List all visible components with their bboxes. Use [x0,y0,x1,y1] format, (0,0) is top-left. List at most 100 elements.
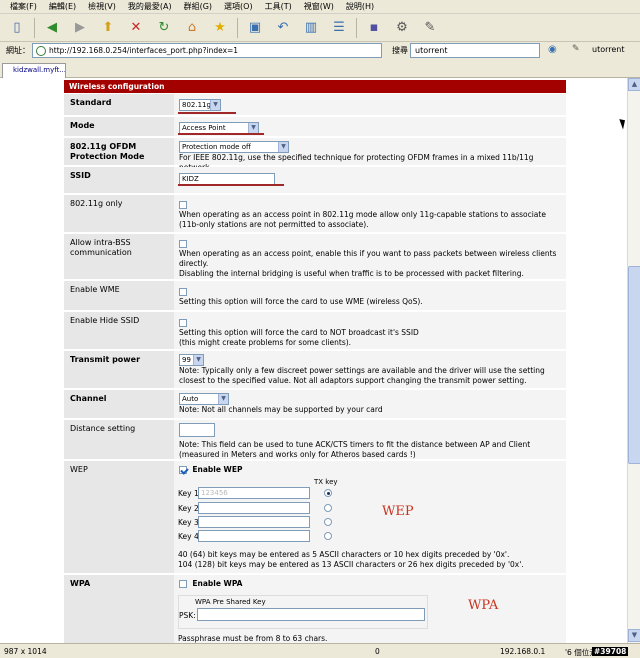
label-ofdm: 802.11g OFDM Protection Mode [64,138,174,165]
wep-note2: 104 (128) bit keys may be entered as 13 … [178,560,524,569]
wep-key2-input[interactable] [198,502,310,514]
intra-bss-note2: Disabling the internal bridging is usefu… [179,269,524,278]
status-ip: 192.168.0.1 [500,647,546,656]
label-transmit-power: Transmit power [64,351,174,388]
label-wme: Enable WME [64,281,174,310]
row-hide-ssid: Enable Hide SSID Setting this option wil… [64,312,566,350]
wireless-config-panel: Wireless configuration Standard 802.11g ▼… [64,80,566,643]
channel-note: Note: Not all channels may be supported … [179,405,383,414]
back-icon[interactable]: ◀ [41,18,63,38]
label-distance: Distance setting [64,420,174,459]
wep-key4-input[interactable] [198,530,310,542]
enable-wpa-label: Enable WPA [192,579,243,588]
wme-checkbox[interactable] [179,288,187,296]
home-icon[interactable]: ⌂ [181,18,203,38]
menu-file[interactable]: 檔案(F) [10,1,37,12]
forward-icon[interactable]: ▶ [69,18,91,38]
up-folder-icon[interactable]: ⬆ [97,18,119,38]
standard-select[interactable]: 802.11g ▼ [179,99,221,111]
menu-window[interactable]: 視窗(W) [304,1,334,12]
enable-wep-checkbox[interactable] [179,466,187,474]
label-channel: Channel [64,390,174,418]
txkey-label: TX key [314,478,338,486]
psk-label: PSK: [179,611,196,620]
11g-only-note: When operating as an access point in 802… [179,210,546,229]
menu-tools[interactable]: 工具(T) [265,1,292,12]
favorites-star-icon[interactable]: ★ [209,18,231,38]
label-11g-only: 802.11g only [64,195,174,232]
row-11g-only: 802.11g only When operating as an access… [64,195,566,233]
menu-view[interactable]: 檢視(V) [88,1,116,12]
menu-favorites[interactable]: 我的最愛(A) [128,1,172,12]
refresh-icon[interactable]: ↻ [153,18,175,38]
search-input[interactable]: utorrent [410,43,540,58]
tab-router[interactable]: kidzwall.myft... [2,63,66,78]
stop-icon[interactable]: ✕ [125,18,147,38]
enable-wep-label: Enable WEP [192,465,243,474]
hide-ssid-checkbox[interactable] [179,319,187,327]
menu-group[interactable]: 群組(G) [184,1,212,12]
wep-key3-radio[interactable] [324,518,332,526]
channel-select[interactable]: Auto ▼ [179,393,229,405]
psk-fieldset: WPA Pre Shared Key PSK: [178,595,428,629]
annotation-underline [178,184,284,186]
transmit-power-select[interactable]: 99 ▼ [179,354,204,366]
chevron-down-icon: ▼ [218,394,228,404]
toolbar-divider [237,17,238,38]
label-standard: Standard [64,94,174,115]
wpa-note: Passphrase must be from 8 to 63 chars. [178,634,328,643]
wme-note: Setting this option will force the card … [179,297,423,306]
address-label: 網址： [6,46,30,55]
menu-bar: 檔案(F) 編輯(E) 檢視(V) 我的最愛(A) 群組(G) 選項(O) 工具… [0,0,640,14]
window-icon[interactable]: ▣ [244,18,266,38]
label-mode: Mode [64,117,174,136]
wep-key4-radio[interactable] [324,532,332,540]
vertical-scrollbar[interactable]: ▲ ▼ [627,78,640,643]
globe-icon[interactable]: ◉ [548,44,557,55]
wep-note1: 40 (64) bit keys may be entered as 5 ASC… [178,550,510,559]
pen-icon[interactable]: ✎ [572,44,580,54]
scroll-down-icon[interactable]: ▼ [628,629,640,642]
enable-wpa-checkbox[interactable] [179,580,187,588]
psk-input[interactable] [197,608,425,621]
row-mode: Mode Access Point ▼ [64,117,566,137]
list-icon[interactable]: ☰ [328,18,350,38]
wep-key1-input[interactable]: 123456 [198,487,310,499]
toolbar-divider [356,17,357,38]
tile-icon[interactable]: ▥ [300,18,322,38]
intra-bss-checkbox[interactable] [179,240,187,248]
scroll-thumb[interactable] [628,266,640,464]
menu-edit[interactable]: 編輯(E) [49,1,76,12]
row-ofdm: 802.11g OFDM Protection Mode Protection … [64,138,566,172]
undo-icon[interactable]: ↶ [272,18,294,38]
status-count: 0 [375,647,380,656]
toolbar-divider [34,17,35,38]
menu-options[interactable]: 選項(O) [224,1,253,12]
wep-key1-radio[interactable] [324,489,332,497]
chevron-down-icon: ▼ [210,100,220,110]
ofdm-select[interactable]: Protection mode off ▼ [179,141,289,153]
label-intra-bss: Allow intra-BSS communication [64,234,174,279]
annotation-wpa: WPA [468,598,499,613]
chevron-down-icon: ▼ [278,142,288,152]
tab-bar: kidzwall.myft... [0,60,640,78]
distance-note1: Note: This field can be used to tune ACK… [179,440,531,449]
annotation-wep: WEP [382,504,414,519]
wep-key3-input[interactable] [198,516,310,528]
settings-icon[interactable]: ▪ [363,18,385,38]
row-distance: Distance setting Note: This field can be… [64,420,566,460]
intra-bss-note1: When operating as an access point, enabl… [179,249,557,268]
11g-only-checkbox[interactable] [179,201,187,209]
scroll-up-icon[interactable]: ▲ [628,78,640,91]
distance-input[interactable] [179,423,215,437]
wep-key2-radio[interactable] [324,504,332,512]
search-button[interactable]: utorrent [592,45,625,54]
row-channel: Channel Auto ▼ Note: Not all channels may… [64,390,566,419]
tools-icon[interactable]: ✎ [419,18,441,38]
new-page-icon[interactable]: ▯ [6,18,28,38]
page-icon [36,46,46,56]
annotation-underline [178,112,236,114]
gear-icon[interactable]: ⚙ [391,18,413,38]
menu-help[interactable]: 說明(H) [346,1,374,12]
address-input[interactable]: http://192.168.0.254/interfaces_port.php… [32,43,382,58]
